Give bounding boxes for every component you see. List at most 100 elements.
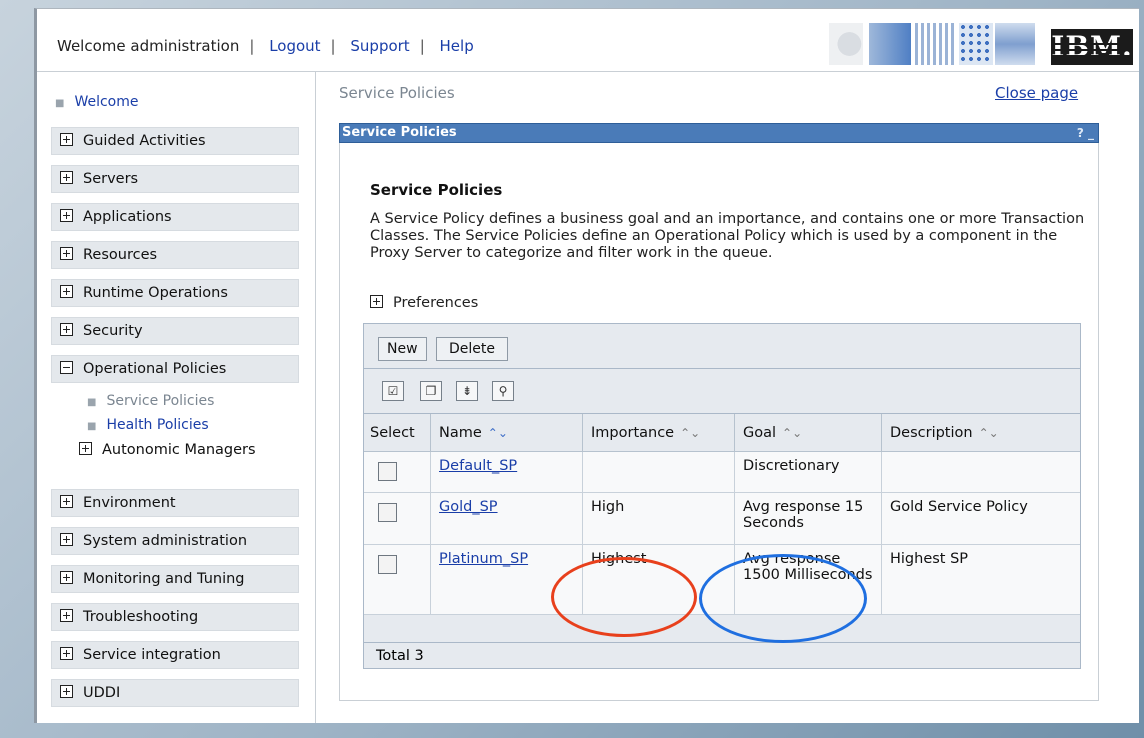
- column-header-importance[interactable]: Importance ⌃⌄: [582, 414, 735, 452]
- sort-icon[interactable]: ⌃⌄: [782, 426, 802, 440]
- console-window: Welcome administration | Logout | Support |…: [34, 8, 1139, 723]
- nav-service-policies[interactable]: ■ Service Policies: [87, 393, 214, 409]
- table-row: Platinum_SP Highest Avg response 1500 Mi…: [364, 544, 1080, 615]
- portlet-body: Service Policies A Service Policy define…: [339, 143, 1099, 701]
- goal-cell: Discretionary: [734, 451, 882, 493]
- portlet-title: Service Policies: [342, 125, 457, 140]
- table-total: Total 3: [364, 642, 1080, 668]
- expand-icon[interactable]: [60, 570, 73, 584]
- nav-resources[interactable]: Resources: [51, 241, 299, 269]
- page-description: A Service Policy defines a business goal…: [370, 211, 1085, 261]
- expand-icon[interactable]: [60, 208, 73, 222]
- service-policy-table: Select Name ⌃⌄ Importance ⌃⌄ Goal ⌃⌄ Descri…: [364, 414, 1080, 615]
- expand-icon[interactable]: [60, 284, 73, 298]
- sort-icon[interactable]: ⌃⌄: [488, 426, 508, 440]
- expand-icon[interactable]: [60, 494, 73, 508]
- portlet-title-bar: Service Policies ? _: [339, 123, 1099, 143]
- name-cell: Platinum_SP: [430, 544, 583, 615]
- nav-troubleshooting[interactable]: Troubleshooting: [51, 603, 299, 631]
- nav-security[interactable]: Security: [51, 317, 299, 345]
- nav-welcome[interactable]: ■ Welcome: [55, 94, 139, 110]
- ibm-logo: IBM.: [1051, 29, 1133, 65]
- nav-uddi[interactable]: UDDI: [51, 679, 299, 707]
- column-header-description[interactable]: Description ⌃⌄: [881, 414, 1080, 452]
- expand-icon[interactable]: [60, 684, 73, 698]
- name-cell: Default_SP: [430, 451, 583, 493]
- expand-icon[interactable]: [60, 132, 73, 146]
- importance-cell: [582, 451, 735, 493]
- nav-autonomic-managers[interactable]: Autonomic Managers: [79, 441, 256, 458]
- row-checkbox[interactable]: [378, 555, 397, 574]
- expand-icon[interactable]: [60, 608, 73, 622]
- delete-button[interactable]: Delete: [436, 337, 508, 361]
- nav-service-integration[interactable]: Service integration: [51, 641, 299, 669]
- bullet-icon: ■: [87, 421, 97, 432]
- policy-link[interactable]: Default_SP: [439, 458, 517, 474]
- brand-strip: IBM.: [829, 23, 1139, 67]
- nav-health-policies[interactable]: ■ Health Policies: [87, 417, 209, 433]
- table-header-row: Select Name ⌃⌄ Importance ⌃⌄ Goal ⌃⌄ Descri…: [364, 414, 1080, 452]
- logout-link[interactable]: Logout: [269, 37, 320, 55]
- top-banner: Welcome administration | Logout | Support |…: [37, 9, 1139, 72]
- row-select-cell: [364, 451, 431, 493]
- collection-table: New Delete ☑ ❐ ⇟ ⚲ Select Name ⌃⌄ Importa…: [363, 323, 1081, 669]
- bullet-icon: ■: [87, 397, 97, 408]
- breadcrumb: Service Policies: [339, 84, 455, 102]
- help-link[interactable]: Help: [440, 37, 474, 55]
- expand-icon[interactable]: [60, 170, 73, 184]
- policy-link[interactable]: Gold_SP: [439, 499, 498, 515]
- portlet-controls[interactable]: ? _: [1077, 124, 1094, 142]
- bullet-icon: ■: [55, 98, 65, 109]
- goal-cell: Avg response 1500 Milliseconds: [734, 544, 882, 615]
- expand-icon[interactable]: [60, 322, 73, 336]
- importance-cell: High: [582, 492, 735, 545]
- show-filter-icon[interactable]: ⇟: [456, 381, 478, 401]
- description-cell: Highest SP: [881, 544, 1080, 615]
- nav-operational-policies[interactable]: Operational Policies: [51, 355, 299, 383]
- expand-icon[interactable]: [60, 532, 73, 546]
- sort-icon[interactable]: ⌃⌄: [680, 426, 700, 440]
- description-cell: Gold Service Policy: [881, 492, 1080, 545]
- sort-icon[interactable]: ⌃⌄: [979, 426, 999, 440]
- close-page-link[interactable]: Close page: [995, 84, 1078, 102]
- column-header-goal[interactable]: Goal ⌃⌄: [734, 414, 882, 452]
- row-checkbox[interactable]: [378, 462, 397, 481]
- column-header-name[interactable]: Name ⌃⌄: [430, 414, 583, 452]
- support-link[interactable]: Support: [350, 37, 409, 55]
- nav-system-administration[interactable]: System administration: [51, 527, 299, 555]
- collapse-icon[interactable]: [60, 360, 73, 374]
- welcome-text: Welcome administration: [57, 37, 240, 55]
- nav-monitoring-and-tuning[interactable]: Monitoring and Tuning: [51, 565, 299, 593]
- brand-circle-graphic: [829, 23, 863, 65]
- nav-environment[interactable]: Environment: [51, 489, 299, 517]
- header-links: Welcome administration | Logout | Support |…: [57, 37, 474, 55]
- goal-cell: Avg response 15 Seconds: [734, 492, 882, 545]
- brand-block-graphic: [869, 23, 911, 65]
- table-row: Default_SP Discretionary: [364, 451, 1080, 493]
- name-cell: Gold_SP: [430, 492, 583, 545]
- navigation-tree: ■ Welcome Guided Activities Servers Appli…: [37, 72, 316, 723]
- hide-filter-icon[interactable]: ⚲: [492, 381, 514, 401]
- expand-icon[interactable]: [60, 246, 73, 260]
- brand-stripes-graphic: [915, 23, 955, 65]
- nav-guided-activities[interactable]: Guided Activities: [51, 127, 299, 155]
- button-row: New Delete: [364, 324, 1080, 369]
- table-row: Gold_SP High Avg response 15 Seconds Gol…: [364, 492, 1080, 545]
- brand-dots-graphic: [959, 23, 993, 65]
- page-heading: Service Policies: [370, 181, 503, 199]
- preferences-toggle[interactable]: Preferences: [370, 294, 478, 311]
- policy-link[interactable]: Platinum_SP: [439, 551, 528, 567]
- nav-applications[interactable]: Applications: [51, 203, 299, 231]
- brand-wave-graphic: [995, 23, 1035, 65]
- new-button[interactable]: New: [378, 337, 427, 361]
- expand-icon[interactable]: [370, 294, 383, 308]
- nav-servers[interactable]: Servers: [51, 165, 299, 193]
- row-select-cell: [364, 544, 431, 615]
- expand-icon[interactable]: [60, 646, 73, 660]
- table-tool-row: ☑ ❐ ⇟ ⚲: [364, 369, 1080, 414]
- expand-icon[interactable]: [79, 441, 92, 455]
- select-all-icon[interactable]: ☑: [382, 381, 404, 401]
- row-checkbox[interactable]: [378, 503, 397, 522]
- deselect-all-icon[interactable]: ❐: [420, 381, 442, 401]
- nav-runtime-operations[interactable]: Runtime Operations: [51, 279, 299, 307]
